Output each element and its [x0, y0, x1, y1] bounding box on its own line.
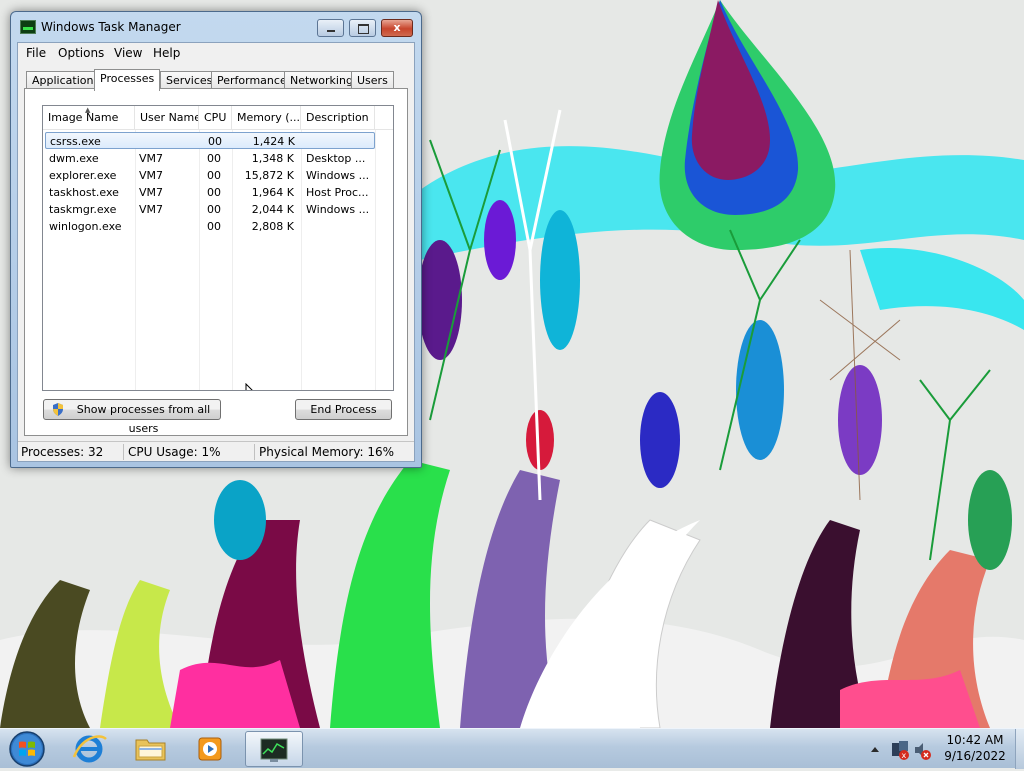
cell-description: Windows ... — [306, 169, 370, 182]
cell-user-name: VM7 — [139, 152, 164, 165]
windows-explorer-icon — [135, 739, 166, 761]
start-button[interactable] — [4, 730, 50, 768]
media-player-icon — [198, 737, 222, 761]
cell-cpu: 00 — [207, 186, 221, 199]
menu-view[interactable]: View — [114, 46, 142, 60]
menu-options[interactable]: Options — [58, 46, 104, 60]
menu-file[interactable]: File — [26, 46, 46, 60]
column-description[interactable]: Description — [301, 106, 375, 130]
cell-cpu: 00 — [207, 203, 221, 216]
cell-image-name: explorer.exe — [49, 169, 117, 182]
cell-description: Desktop ... — [306, 152, 366, 165]
clock-time: 10:42 AM — [946, 733, 1004, 747]
processes-panel: ▲ Image Name User Name CPU Memory (... D… — [24, 88, 408, 436]
end-process-button[interactable]: End Process — [295, 399, 392, 420]
status-cpu-usage: CPU Usage: 1% — [128, 445, 221, 459]
cell-cpu: 00 — [207, 169, 221, 182]
maximize-icon — [350, 20, 375, 36]
taskbar-windows-explorer[interactable] — [121, 731, 179, 767]
taskbar: x 10:42 AM 9/16/2022 — [0, 728, 1024, 769]
menu-bar: File Options View Help — [18, 43, 414, 63]
minimize-icon — [318, 20, 343, 36]
column-cpu[interactable]: CPU — [199, 106, 232, 130]
cell-memory: 2,044 K — [251, 203, 294, 216]
column-image-name-label: Image Name — [48, 111, 119, 124]
sort-ascending-icon: ▲ — [85, 106, 91, 114]
column-cpu-label: CPU — [204, 111, 227, 124]
cell-image-name: taskhost.exe — [49, 186, 119, 199]
column-memory[interactable]: Memory (... — [232, 106, 301, 130]
cell-user-name: VM7 — [139, 203, 164, 216]
close-icon: x — [393, 21, 401, 34]
status-processes: Processes: 32 — [21, 445, 104, 459]
cell-cpu: 00 — [208, 135, 222, 148]
status-divider — [254, 444, 255, 460]
column-user-name[interactable]: User Name — [135, 106, 199, 130]
taskbar-task-manager[interactable] — [245, 731, 303, 767]
task-manager-app-icon — [20, 20, 36, 34]
mouse-cursor-icon — [245, 383, 253, 390]
status-bar: Processes: 32 CPU Usage: 1% Physical Mem… — [18, 441, 414, 461]
cell-user-name: VM7 — [139, 169, 164, 182]
column-memory-label: Memory (... — [237, 111, 301, 124]
maximize-button[interactable] — [349, 19, 376, 37]
menu-help[interactable]: Help — [153, 46, 180, 60]
show-desktop-button[interactable] — [1015, 729, 1024, 769]
system-clock[interactable]: 10:42 AM 9/16/2022 — [940, 732, 1010, 764]
end-process-label: End Process — [310, 403, 377, 416]
status-divider — [123, 444, 124, 460]
process-list[interactable]: ▲ Image Name User Name CPU Memory (... D… — [42, 105, 394, 391]
taskbar-internet-explorer[interactable] — [60, 731, 118, 767]
shield-icon — [53, 403, 63, 416]
status-physical-memory: Physical Memory: 16% — [259, 445, 395, 459]
cell-cpu: 00 — [207, 152, 221, 165]
cell-user-name: VM7 — [139, 186, 164, 199]
column-user-name-label: User Name — [140, 111, 199, 124]
cell-description: Host Proc... — [306, 186, 369, 199]
show-hidden-icons-icon — [871, 747, 879, 752]
cell-cpu: 00 — [207, 220, 221, 233]
volume-muted-icon — [915, 743, 931, 760]
tab-processes[interactable]: Processes — [94, 69, 161, 91]
table-row[interactable]: taskmgr.exe VM7 00 2,044 K Windows ... — [43, 201, 393, 218]
cell-memory: 2,808 K — [251, 220, 294, 233]
taskbar-media-player[interactable] — [182, 731, 240, 767]
cell-memory: 1,348 K — [251, 152, 294, 165]
clock-date: 9/16/2022 — [944, 749, 1006, 763]
close-button[interactable]: x — [381, 19, 413, 37]
minimize-button[interactable] — [317, 19, 344, 37]
show-all-processes-button[interactable]: Show processes from all users — [43, 399, 221, 435]
table-row[interactable]: taskhost.exe VM7 00 1,964 K Host Proc... — [43, 184, 393, 201]
cell-description: Windows ... — [306, 203, 370, 216]
network-error-icon: x — [892, 741, 909, 760]
svg-text:x: x — [902, 751, 907, 760]
task-manager-window[interactable]: Windows Task Manager x File Options View… — [10, 11, 422, 468]
window-client-area: File Options View Help Applications Proc… — [17, 42, 415, 462]
notification-area[interactable]: x — [866, 729, 936, 769]
cell-memory: 1,964 K — [251, 186, 294, 199]
internet-explorer-icon — [72, 735, 107, 763]
table-row[interactable]: dwm.exe VM7 00 1,348 K Desktop ... — [43, 150, 393, 167]
table-row[interactable]: explorer.exe VM7 00 15,872 K Windows ... — [43, 167, 393, 184]
task-manager-icon — [260, 738, 288, 762]
window-title: Windows Task Manager — [41, 20, 181, 34]
cell-image-name: dwm.exe — [49, 152, 99, 165]
column-description-label: Description — [306, 111, 369, 124]
cell-image-name: taskmgr.exe — [49, 203, 117, 216]
show-all-processes-label: Show processes from all users — [76, 403, 211, 435]
title-bar[interactable]: Windows Task Manager x — [11, 12, 421, 42]
table-row[interactable]: winlogon.exe 00 2,808 K — [43, 218, 393, 235]
cell-memory: 1,424 K — [252, 135, 295, 148]
column-image-name[interactable]: ▲ Image Name — [43, 106, 135, 130]
cell-memory: 15,872 K — [244, 169, 294, 182]
table-row[interactable]: csrss.exe 00 1,424 K — [45, 132, 375, 149]
cell-image-name: winlogon.exe — [49, 220, 122, 233]
cell-image-name: csrss.exe — [50, 135, 101, 148]
process-list-header: ▲ Image Name User Name CPU Memory (... D… — [43, 106, 393, 130]
